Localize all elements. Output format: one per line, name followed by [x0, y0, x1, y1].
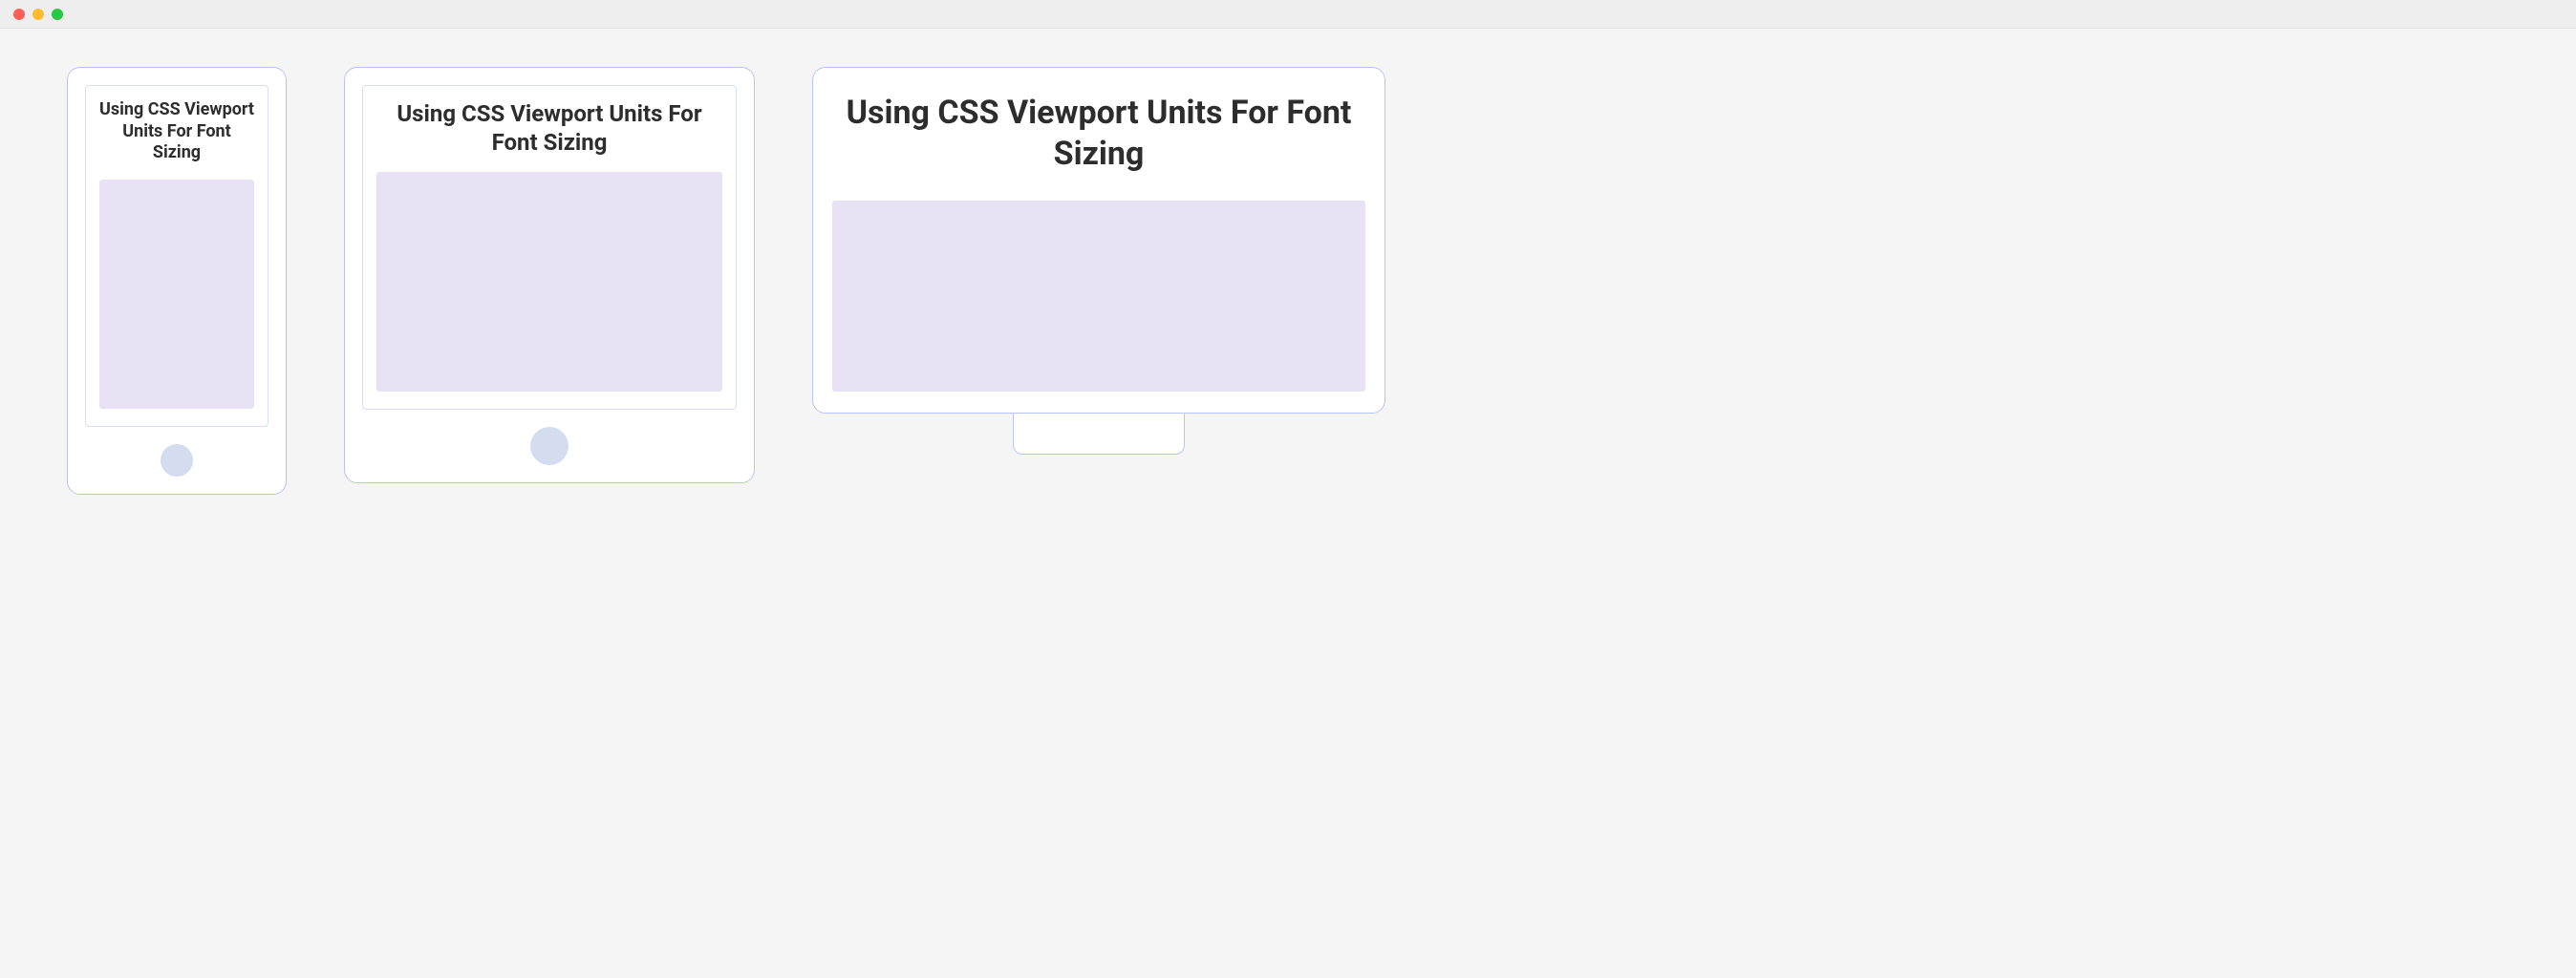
window-minimize-icon[interactable] [32, 9, 44, 20]
diagram-canvas: Using CSS Viewport Units For Font Sizing… [0, 29, 2576, 533]
device-phone: Using CSS Viewport Units For Font Sizing [67, 67, 287, 495]
desktop-monitor: Using CSS Viewport Units For Font Sizing [812, 67, 1385, 414]
desktop-monitor-stand-icon [1013, 413, 1185, 455]
window-zoom-icon[interactable] [52, 9, 63, 20]
desktop-headline: Using CSS Viewport Units For Font Sizing [832, 87, 1365, 174]
phone-headline: Using CSS Viewport Units For Font Sizing [99, 99, 254, 164]
desktop-content-placeholder [832, 201, 1365, 392]
tablet-home-button-icon [530, 427, 569, 465]
tablet-headline: Using CSS Viewport Units For Font Sizing [376, 99, 722, 157]
device-desktop: Using CSS Viewport Units For Font Sizing [812, 67, 1385, 455]
phone-content-placeholder [99, 180, 254, 409]
device-tablet: Using CSS Viewport Units For Font Sizing [344, 67, 755, 483]
desktop-screen: Using CSS Viewport Units For Font Sizing [832, 87, 1365, 392]
window-close-icon[interactable] [13, 9, 25, 20]
phone-home-button-icon [161, 444, 193, 477]
phone-screen: Using CSS Viewport Units For Font Sizing [85, 85, 268, 427]
window-chrome [0, 0, 2576, 29]
tablet-content-placeholder [376, 172, 722, 392]
tablet-screen: Using CSS Viewport Units For Font Sizing [362, 85, 737, 410]
